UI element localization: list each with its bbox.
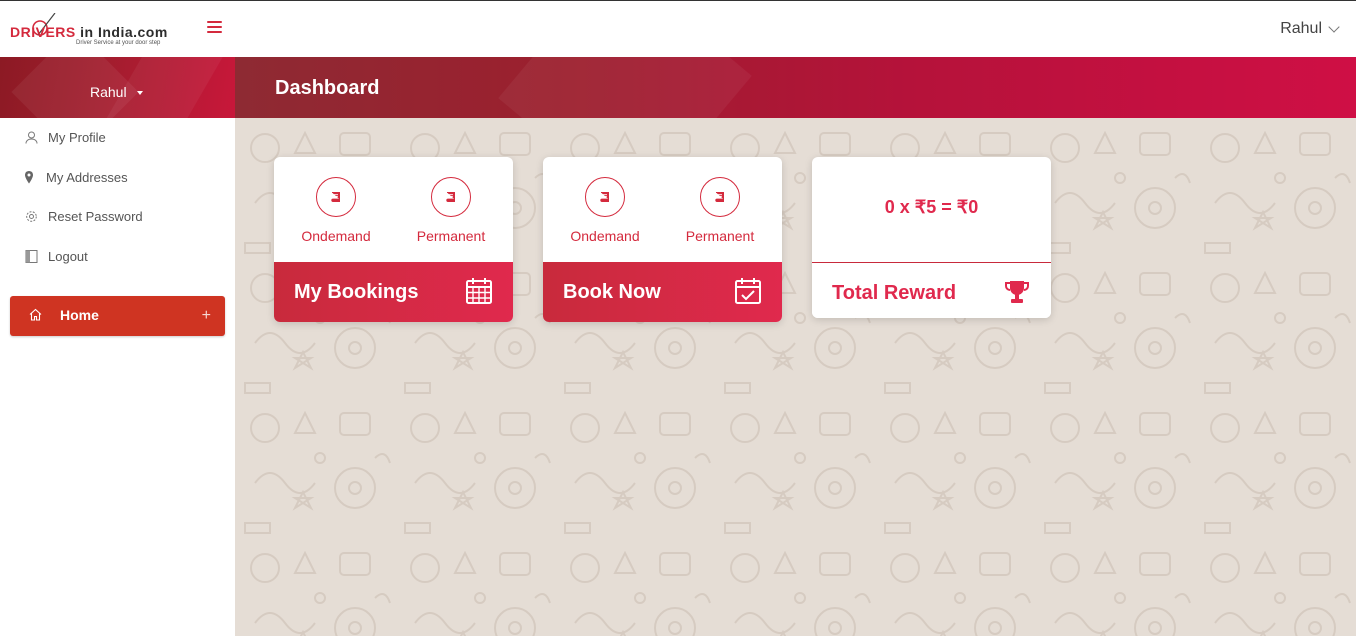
total-reward-card: 0 x ₹5 = ₹0 Total Reward: [812, 157, 1051, 318]
expand-plus-icon[interactable]: +: [202, 307, 211, 325]
my-bookings-button[interactable]: My Bookings: [274, 262, 513, 322]
sidebar-user-name: Rahul: [90, 84, 127, 100]
caret-down-icon: [136, 91, 143, 95]
card-title: My Bookings: [294, 281, 419, 303]
calendar-check-icon: [735, 278, 761, 304]
sidebar-item-home[interactable]: Home +: [10, 296, 225, 336]
book-icon: [700, 177, 740, 217]
gear-icon: [24, 210, 38, 224]
sidebar-banner: Rahul: [0, 57, 235, 118]
sidebar-item-reset-password[interactable]: Reset Password: [24, 209, 143, 224]
map-marker-icon: [22, 171, 36, 185]
chevron-down-icon: [1328, 21, 1340, 33]
sidebar-item-label: Reset Password: [48, 209, 143, 224]
dashboard-content: Ondemand Permanent My Bookings Ondemand …: [235, 118, 1356, 636]
logo-tagline: Driver Service at your door step: [76, 40, 161, 46]
booknow-ondemand-option[interactable]: Ondemand: [555, 177, 655, 244]
sidebar-item-my-profile[interactable]: My Profile: [24, 130, 106, 145]
my-bookings-card: Ondemand Permanent My Bookings: [274, 157, 513, 322]
menu-toggle-icon[interactable]: [207, 21, 222, 35]
sidebar-user-dropdown[interactable]: Rahul: [90, 84, 143, 100]
logout-icon: [24, 250, 38, 264]
card-title: Book Now: [563, 281, 661, 303]
reward-value: 0 x ₹5 = ₹0: [884, 197, 979, 217]
bookings-ondemand-option[interactable]: Ondemand: [286, 177, 386, 244]
user-menu[interactable]: Rahul: [1280, 20, 1340, 38]
book-icon: [585, 177, 625, 217]
bookings-permanent-option[interactable]: Permanent: [401, 177, 501, 244]
card-title: Total Reward: [832, 282, 957, 304]
logo-text: DRIVERS in India.com: [10, 24, 168, 40]
calendar-icon: [466, 278, 492, 304]
book-now-card: Ondemand Permanent Book Now: [543, 157, 782, 322]
booknow-permanent-option[interactable]: Permanent: [670, 177, 770, 244]
option-label: Permanent: [416, 228, 486, 244]
sidebar-item-label: My Profile: [48, 130, 106, 145]
sidebar-item-logout[interactable]: Logout: [24, 249, 88, 264]
user-icon: [24, 131, 38, 145]
home-icon: [29, 308, 42, 321]
home-label: Home: [60, 307, 99, 323]
page-banner: Dashboard: [235, 57, 1356, 118]
option-label: Ondemand: [301, 228, 371, 244]
total-reward-footer[interactable]: Total Reward: [812, 262, 1051, 318]
page-title: Dashboard: [275, 77, 380, 99]
book-now-button[interactable]: Book Now: [543, 262, 782, 322]
brand-logo[interactable]: DRIVERS in India.com Driver Service at y…: [10, 13, 180, 51]
sidebar: My Profile My Addresses Reset Password L…: [0, 118, 235, 636]
sidebar-item-my-addresses[interactable]: My Addresses: [22, 170, 128, 185]
book-icon: [431, 177, 471, 217]
option-label: Ondemand: [570, 228, 640, 244]
user-name: Rahul: [1280, 20, 1322, 37]
top-header: DRIVERS in India.com Driver Service at y…: [0, 0, 1356, 57]
sidebar-item-label: My Addresses: [46, 170, 128, 185]
trophy-icon: [1005, 281, 1029, 303]
option-label: Permanent: [685, 228, 755, 244]
book-icon: [316, 177, 356, 217]
sidebar-item-label: Logout: [48, 249, 88, 264]
